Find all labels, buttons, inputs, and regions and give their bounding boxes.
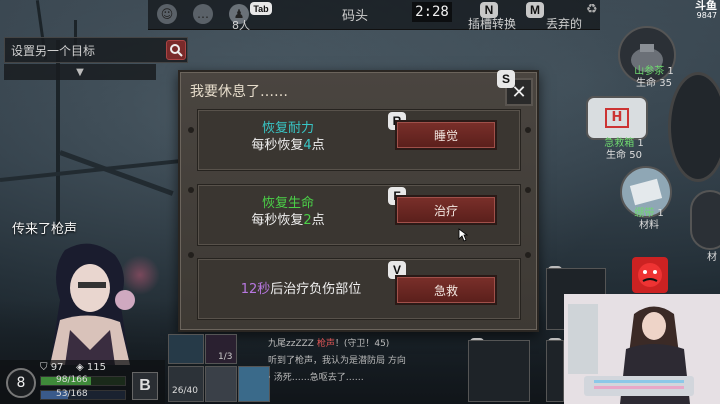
ammo-count: 26/40 — [172, 386, 198, 396]
option-heal: 恢复生命 每秒恢复2点 F 治疗 — [197, 184, 521, 246]
target-search-input[interactable] — [11, 42, 161, 60]
chat-icon[interactable]: … — [193, 4, 213, 24]
item-wheel — [668, 72, 720, 182]
slot-count: 1/3 — [218, 352, 233, 362]
frame-rivet — [525, 187, 531, 193]
equipment-slot[interactable] — [205, 366, 237, 402]
event-notice: 传来了枪声 — [12, 222, 78, 237]
armor-value: 97 — [50, 362, 64, 373]
player-level: 8 — [6, 368, 36, 398]
player-count: 8人 — [232, 19, 250, 32]
item-extra-slot[interactable] — [690, 190, 720, 250]
chat-log: 九尾zzZZZ 枪声！(守卫！45) 听到了枪声，我认为是潜防局 方向 · 汤死… — [268, 336, 458, 404]
item-tea-count: 1 — [667, 66, 674, 77]
dialog-title: 我要休息了…… — [190, 84, 288, 100]
option-heal-desc: 每秒恢复 — [251, 213, 304, 228]
item-bandage-count: 1 — [657, 208, 664, 219]
shield-stat: ◈ 115 — [76, 362, 106, 373]
emoji-icon[interactable]: ☺ — [157, 4, 177, 24]
weapon-slot[interactable] — [168, 366, 204, 402]
option-sleep-desc: 每秒恢复 — [251, 138, 304, 153]
chat-highlight: 枪声 — [316, 339, 335, 349]
chat-text: 九尾zzZZZ — [268, 339, 317, 349]
firstaid-desc: 后治疗负伤部位 — [270, 282, 362, 297]
chat-text: · 汤死……急呕去了…… — [268, 373, 364, 383]
option-heal-title: 恢复生命 — [261, 196, 314, 211]
frame-rivet — [525, 252, 531, 258]
mouse-cursor-icon — [458, 228, 468, 242]
angry-face-icon — [632, 257, 668, 293]
armor-stat: ⛉ 97 — [40, 362, 64, 373]
medkit-icon: H — [605, 108, 629, 128]
room-number: 9847 — [696, 11, 717, 20]
frame-rivet — [188, 252, 194, 258]
item-bandage-label: 绷带 1 材料 — [624, 208, 674, 232]
skill-slot-ice[interactable] — [238, 366, 270, 402]
stamina-text: 53/168 — [56, 389, 88, 399]
item-medkit-stat: 生命 50 — [606, 150, 642, 161]
recycle-icon: ♻ — [586, 2, 598, 17]
item-medkit-slot[interactable]: H — [586, 96, 648, 140]
option-sleep: 恢复耐力 每秒恢复4点 R 睡觉 — [197, 109, 521, 171]
skill-slot-s[interactable] — [546, 340, 564, 402]
inventory-slot-1[interactable] — [168, 334, 204, 364]
chat-line: 九尾zzZZZ 枪声！(守卫！45) — [268, 336, 458, 353]
chat-text: ！(守卫！45) — [334, 339, 390, 349]
webcam-overlay — [564, 294, 720, 404]
heal-button[interactable]: 治疗 — [395, 195, 497, 225]
item-tea-label: 山参茶 1 生命 35 — [624, 66, 684, 90]
target-search — [4, 37, 188, 63]
item-extra-stat: 材 — [707, 252, 717, 263]
item-medkit-count: 1 — [637, 138, 644, 149]
chat-line: · 汤死……急呕去了…… — [268, 370, 458, 387]
slot-switch-label[interactable]: 插槽转换 — [468, 15, 516, 32]
item-bandage-name: 绷带 — [634, 208, 655, 219]
hp-text: 98/166 — [56, 375, 88, 385]
skill-slot-a[interactable] — [468, 340, 530, 402]
search-dropdown-toggle[interactable]: ▼ — [4, 64, 156, 80]
frame-rivet — [188, 187, 194, 193]
option-heal-unit: 点 — [311, 213, 325, 228]
option-heal-text: 恢复生命 每秒恢复2点 — [198, 195, 378, 229]
option-sleep-title: 恢复耐力 — [261, 121, 314, 136]
tab-key: Tab — [250, 2, 272, 15]
option-firstaid-text: 12秒后治疗负伤部位 — [206, 281, 396, 298]
bag-key[interactable]: B — [132, 372, 158, 400]
search-icon — [170, 44, 183, 57]
match-timer: 2:28 — [412, 2, 452, 22]
m-key: M — [526, 2, 544, 18]
firstaid-button[interactable]: 急救 — [395, 275, 497, 305]
option-sleep-text: 恢复耐力 每秒恢复4点 — [198, 120, 378, 154]
option-heal-rate: 2 — [303, 213, 312, 228]
stream-logo: 斗鱼 9847 — [680, 0, 720, 22]
sleep-button[interactable]: 睡觉 — [395, 120, 497, 150]
search-button[interactable] — [166, 40, 186, 60]
frame-rivet — [188, 127, 194, 133]
frame-rivet — [525, 127, 531, 133]
item-bandage-stat: 材料 — [639, 220, 659, 231]
character-portrait — [20, 240, 170, 365]
map-title: 码头 — [342, 9, 369, 24]
logo-text: 斗鱼 — [695, 0, 717, 12]
option-firstaid: 12秒后治疗负伤部位 V 急救 — [197, 258, 521, 320]
firstaid-time: 12秒 — [240, 282, 271, 297]
option-sleep-rate: 4 — [303, 138, 312, 153]
chat-line: 听到了枪声，我认为是潜防局 方向 — [268, 353, 458, 370]
item-tea-name: 山参茶 — [634, 66, 665, 77]
streamer-image — [564, 294, 720, 404]
option-sleep-unit: 点 — [311, 138, 325, 153]
item-medkit-label: 急救箱 1 生命 50 — [594, 138, 654, 162]
shield-value: 115 — [86, 362, 106, 373]
discard-label[interactable]: 丢弃的 — [546, 15, 582, 32]
close-key: S — [497, 70, 515, 88]
item-tea-stat: 生命 35 — [636, 78, 672, 89]
chat-text: 听到了枪声，我认为是潜防局 方向 — [268, 356, 406, 366]
item-medkit-name: 急救箱 — [604, 138, 635, 149]
